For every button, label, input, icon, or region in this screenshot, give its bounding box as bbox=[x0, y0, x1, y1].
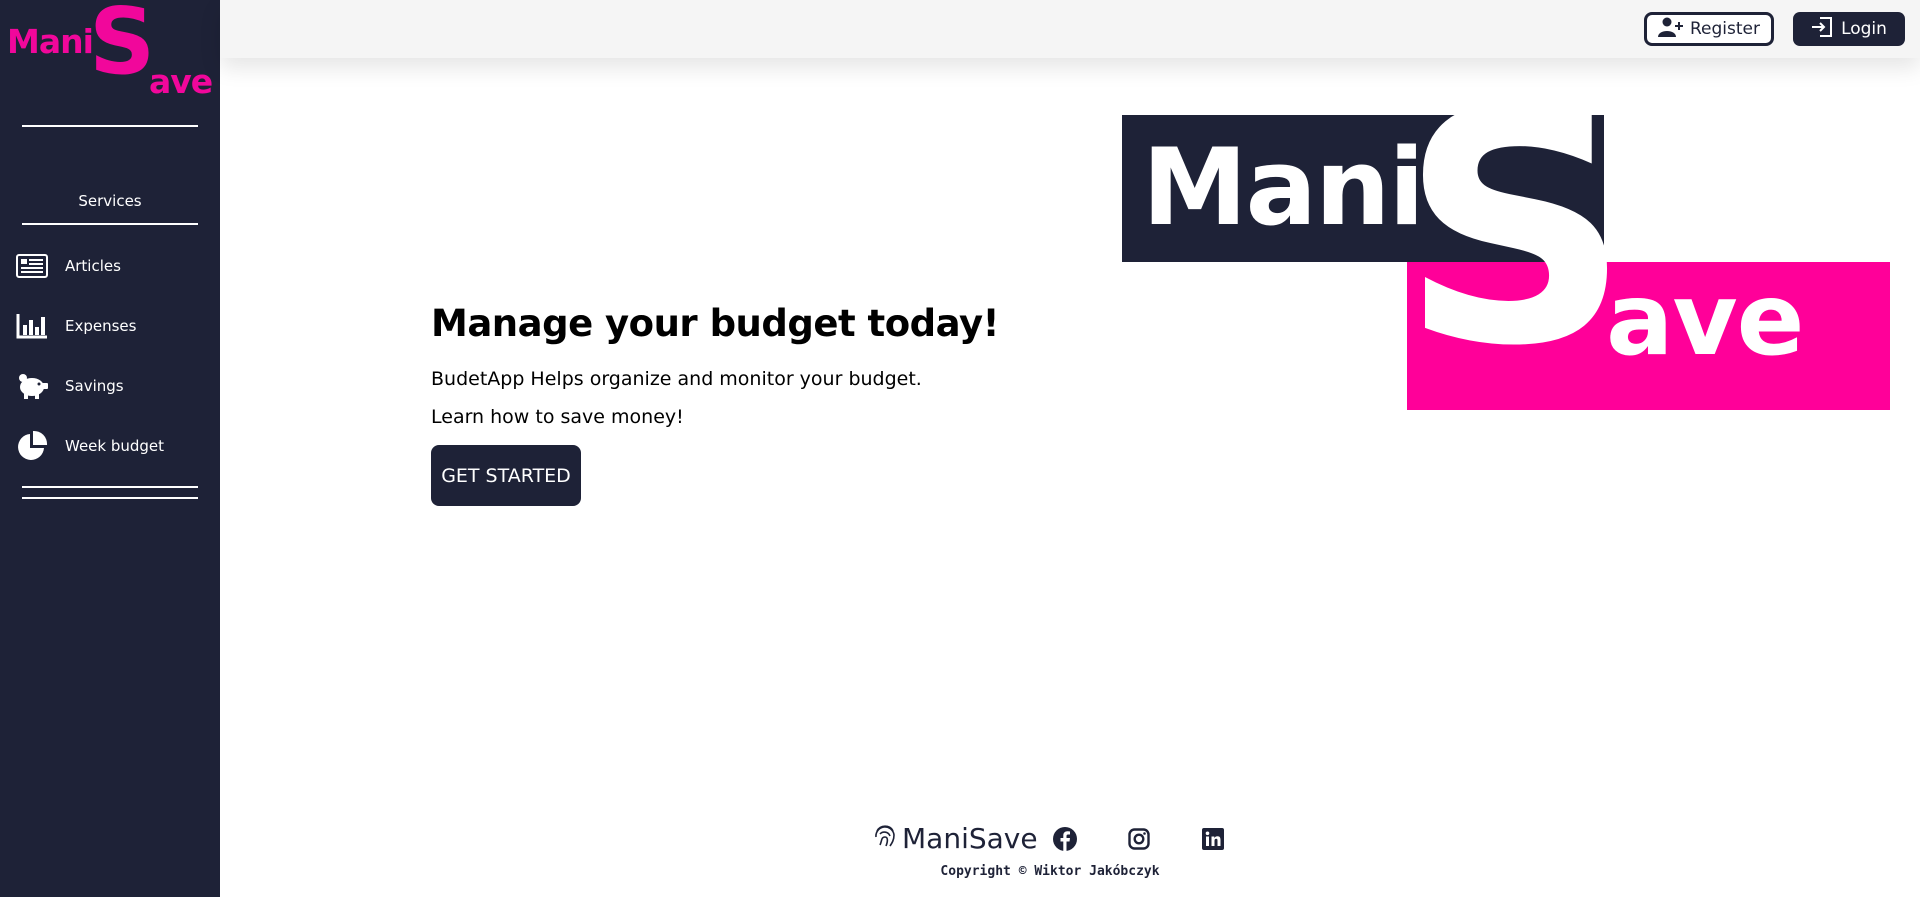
sidebar-logo[interactable]: Mani S ave bbox=[7, 0, 213, 105]
footer-brand-text: ManiSave bbox=[902, 822, 1038, 855]
divider bbox=[22, 497, 198, 499]
logo-text-ave: ave bbox=[149, 62, 213, 101]
divider bbox=[22, 486, 198, 488]
sidebar-item-label: Expenses bbox=[65, 317, 137, 335]
add-user-icon bbox=[1658, 17, 1684, 42]
hero-subtext: Learn how to save money! bbox=[431, 406, 684, 428]
sidebar-item-expenses[interactable]: Expenses bbox=[0, 303, 220, 349]
piggy-bank-icon bbox=[15, 371, 49, 401]
services-heading: Services bbox=[78, 192, 142, 210]
sidebar-item-label: Week budget bbox=[65, 437, 165, 455]
login-label: Login bbox=[1841, 19, 1887, 39]
login-icon bbox=[1811, 16, 1833, 43]
logo-text-ave: ave bbox=[1606, 261, 1804, 378]
register-button[interactable]: Register bbox=[1644, 12, 1774, 46]
copyright-text: Copyright © Wiktor Jakóbczyk bbox=[940, 864, 1160, 879]
logo-text-mani: Mani bbox=[1142, 126, 1425, 249]
sidebar-item-savings[interactable]: Savings bbox=[0, 363, 220, 409]
register-label: Register bbox=[1690, 19, 1760, 39]
logo-text-s: S bbox=[1400, 44, 1631, 416]
divider bbox=[22, 125, 198, 127]
hero-description: BudetApp Helps organize and monitor your… bbox=[431, 368, 922, 390]
divider bbox=[22, 223, 198, 225]
sidebar-item-articles[interactable]: Articles bbox=[0, 243, 220, 289]
fingerprint-icon bbox=[872, 822, 898, 855]
logo-text-s: S bbox=[89, 0, 156, 95]
login-button[interactable]: Login bbox=[1793, 12, 1905, 46]
linkedin-icon[interactable] bbox=[1200, 826, 1226, 852]
bar-chart-icon bbox=[15, 311, 49, 341]
hero-title: Manage your budget today! bbox=[431, 302, 999, 345]
sidebar: Mani S ave Services Articles Expenses Sa… bbox=[0, 0, 220, 897]
sidebar-item-label: Savings bbox=[65, 377, 124, 395]
pie-chart-icon bbox=[15, 430, 49, 461]
sidebar-item-label: Articles bbox=[65, 257, 121, 275]
facebook-icon[interactable] bbox=[1052, 826, 1078, 852]
instagram-icon[interactable] bbox=[1126, 826, 1152, 852]
sidebar-item-week-budget[interactable]: Week budget bbox=[0, 423, 220, 469]
newspaper-icon bbox=[15, 251, 49, 281]
logo-text-mani: Mani bbox=[7, 22, 94, 61]
get-started-button[interactable]: GET STARTED bbox=[431, 445, 581, 506]
footer-brand[interactable]: ManiSave bbox=[872, 822, 1038, 855]
